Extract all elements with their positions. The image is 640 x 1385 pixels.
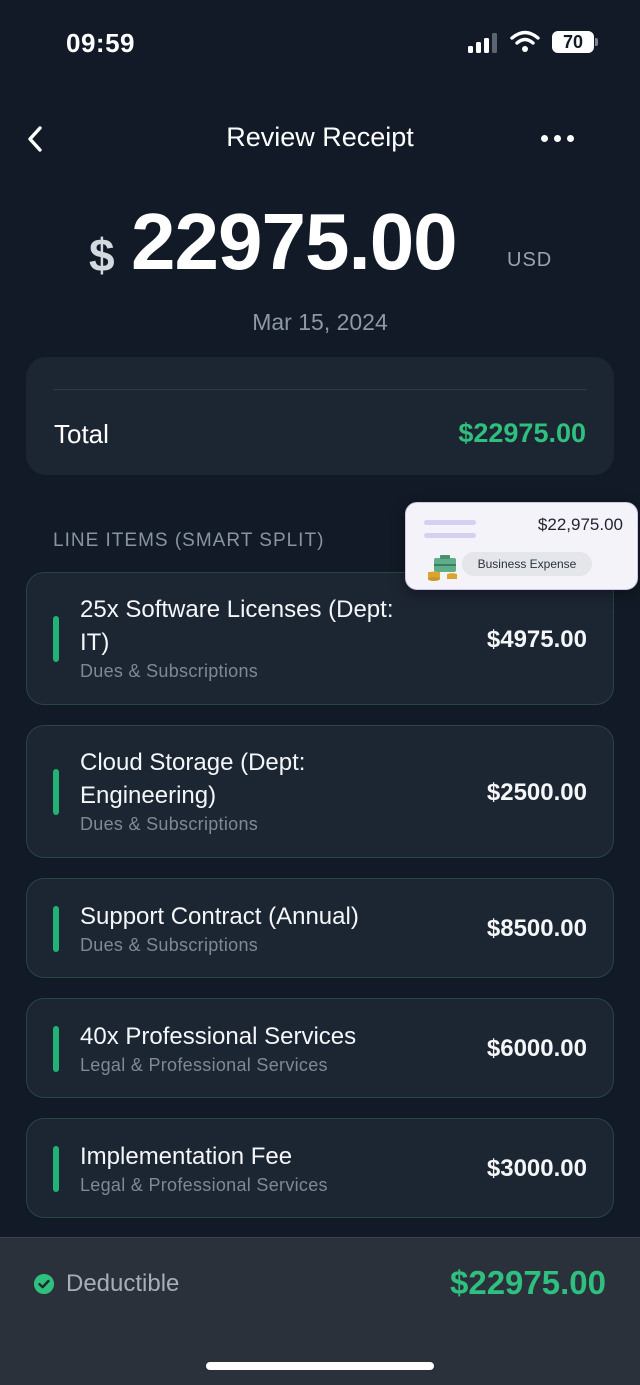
status-time: 09:59 <box>66 28 135 58</box>
line-item-indicator <box>53 906 59 952</box>
receipt-amount: $ 22975.00 USD <box>0 196 640 292</box>
line-item-indicator <box>53 769 59 815</box>
amount-value: 22975.00 <box>131 197 458 286</box>
line-item-amount: $6000.00 <box>486 1035 587 1062</box>
total-label: Total <box>54 419 109 449</box>
business-expense-chip[interactable]: Business Expense <box>462 552 592 576</box>
currency-symbol: $ <box>89 229 115 281</box>
line-item-category: Dues & Subscriptions <box>80 661 259 681</box>
expense-preview-popup[interactable]: $22,975.00 Business Expense <box>405 502 638 590</box>
wifi-icon <box>510 30 540 52</box>
battery-icon: 70 <box>552 31 594 53</box>
line-item-category: Dues & Subscriptions <box>80 814 259 834</box>
line-items-section-title: LINE ITEMS (SMART SPLIT) <box>53 530 325 551</box>
line-item-category: Dues & Subscriptions <box>80 935 259 955</box>
line-item-card[interactable]: 40x Professional Services Legal & Profes… <box>26 998 614 1098</box>
total-card: Total $22975.00 <box>26 357 614 475</box>
more-horizontal-icon[interactable] <box>538 130 576 148</box>
check-circle-icon <box>34 1274 54 1294</box>
deductible-value: $22975.00 <box>450 1264 606 1301</box>
line-item-name: Support Contract (Annual) <box>80 903 359 930</box>
line-item-name: 40x Professional Services <box>80 1023 357 1050</box>
line-item-amount: $4975.00 <box>486 626 587 653</box>
popup-amount: $22,975.00 <box>537 515 623 534</box>
line-item-name: Implementation Fee <box>80 1143 293 1170</box>
line-item-indicator <box>53 1146 59 1192</box>
line-item-indicator <box>53 1026 59 1072</box>
battery-cap <box>595 38 598 46</box>
deductible-label: Deductible <box>66 1270 180 1297</box>
status-bar: 09:59 70 <box>0 0 640 86</box>
divider <box>53 389 587 390</box>
total-value: $22975.00 <box>458 418 586 448</box>
line-item-card[interactable]: Cloud Storage (Dept: Engineering) Dues &… <box>26 725 614 858</box>
line-item-category: Legal & Professional Services <box>80 1055 328 1075</box>
line-item-card[interactable]: 25x Software Licenses (Dept: IT) Dues & … <box>26 572 614 705</box>
line-item-name: Cloud Storage (Dept: Engineering) <box>80 749 306 809</box>
briefcase-money-icon <box>428 555 457 581</box>
line-item-amount: $8500.00 <box>486 915 587 942</box>
line-item-amount: $2500.00 <box>486 779 587 806</box>
receipt-date: Mar 15, 2024 <box>252 309 388 335</box>
line-item-indicator <box>53 616 59 662</box>
line-item-name: 25x Software Licenses (Dept: IT) <box>80 596 394 656</box>
placeholder-line <box>424 520 476 525</box>
currency-code: USD <box>507 249 553 271</box>
line-item-card[interactable]: Implementation Fee Legal & Professional … <box>26 1118 614 1218</box>
placeholder-line <box>424 533 476 538</box>
line-item-amount: $3000.00 <box>486 1155 587 1182</box>
line-item-category: Legal & Professional Services <box>80 1175 328 1195</box>
home-indicator[interactable] <box>206 1362 434 1370</box>
signal-icon <box>468 33 498 53</box>
line-item-card[interactable]: Support Contract (Annual) Dues & Subscri… <box>26 878 614 978</box>
